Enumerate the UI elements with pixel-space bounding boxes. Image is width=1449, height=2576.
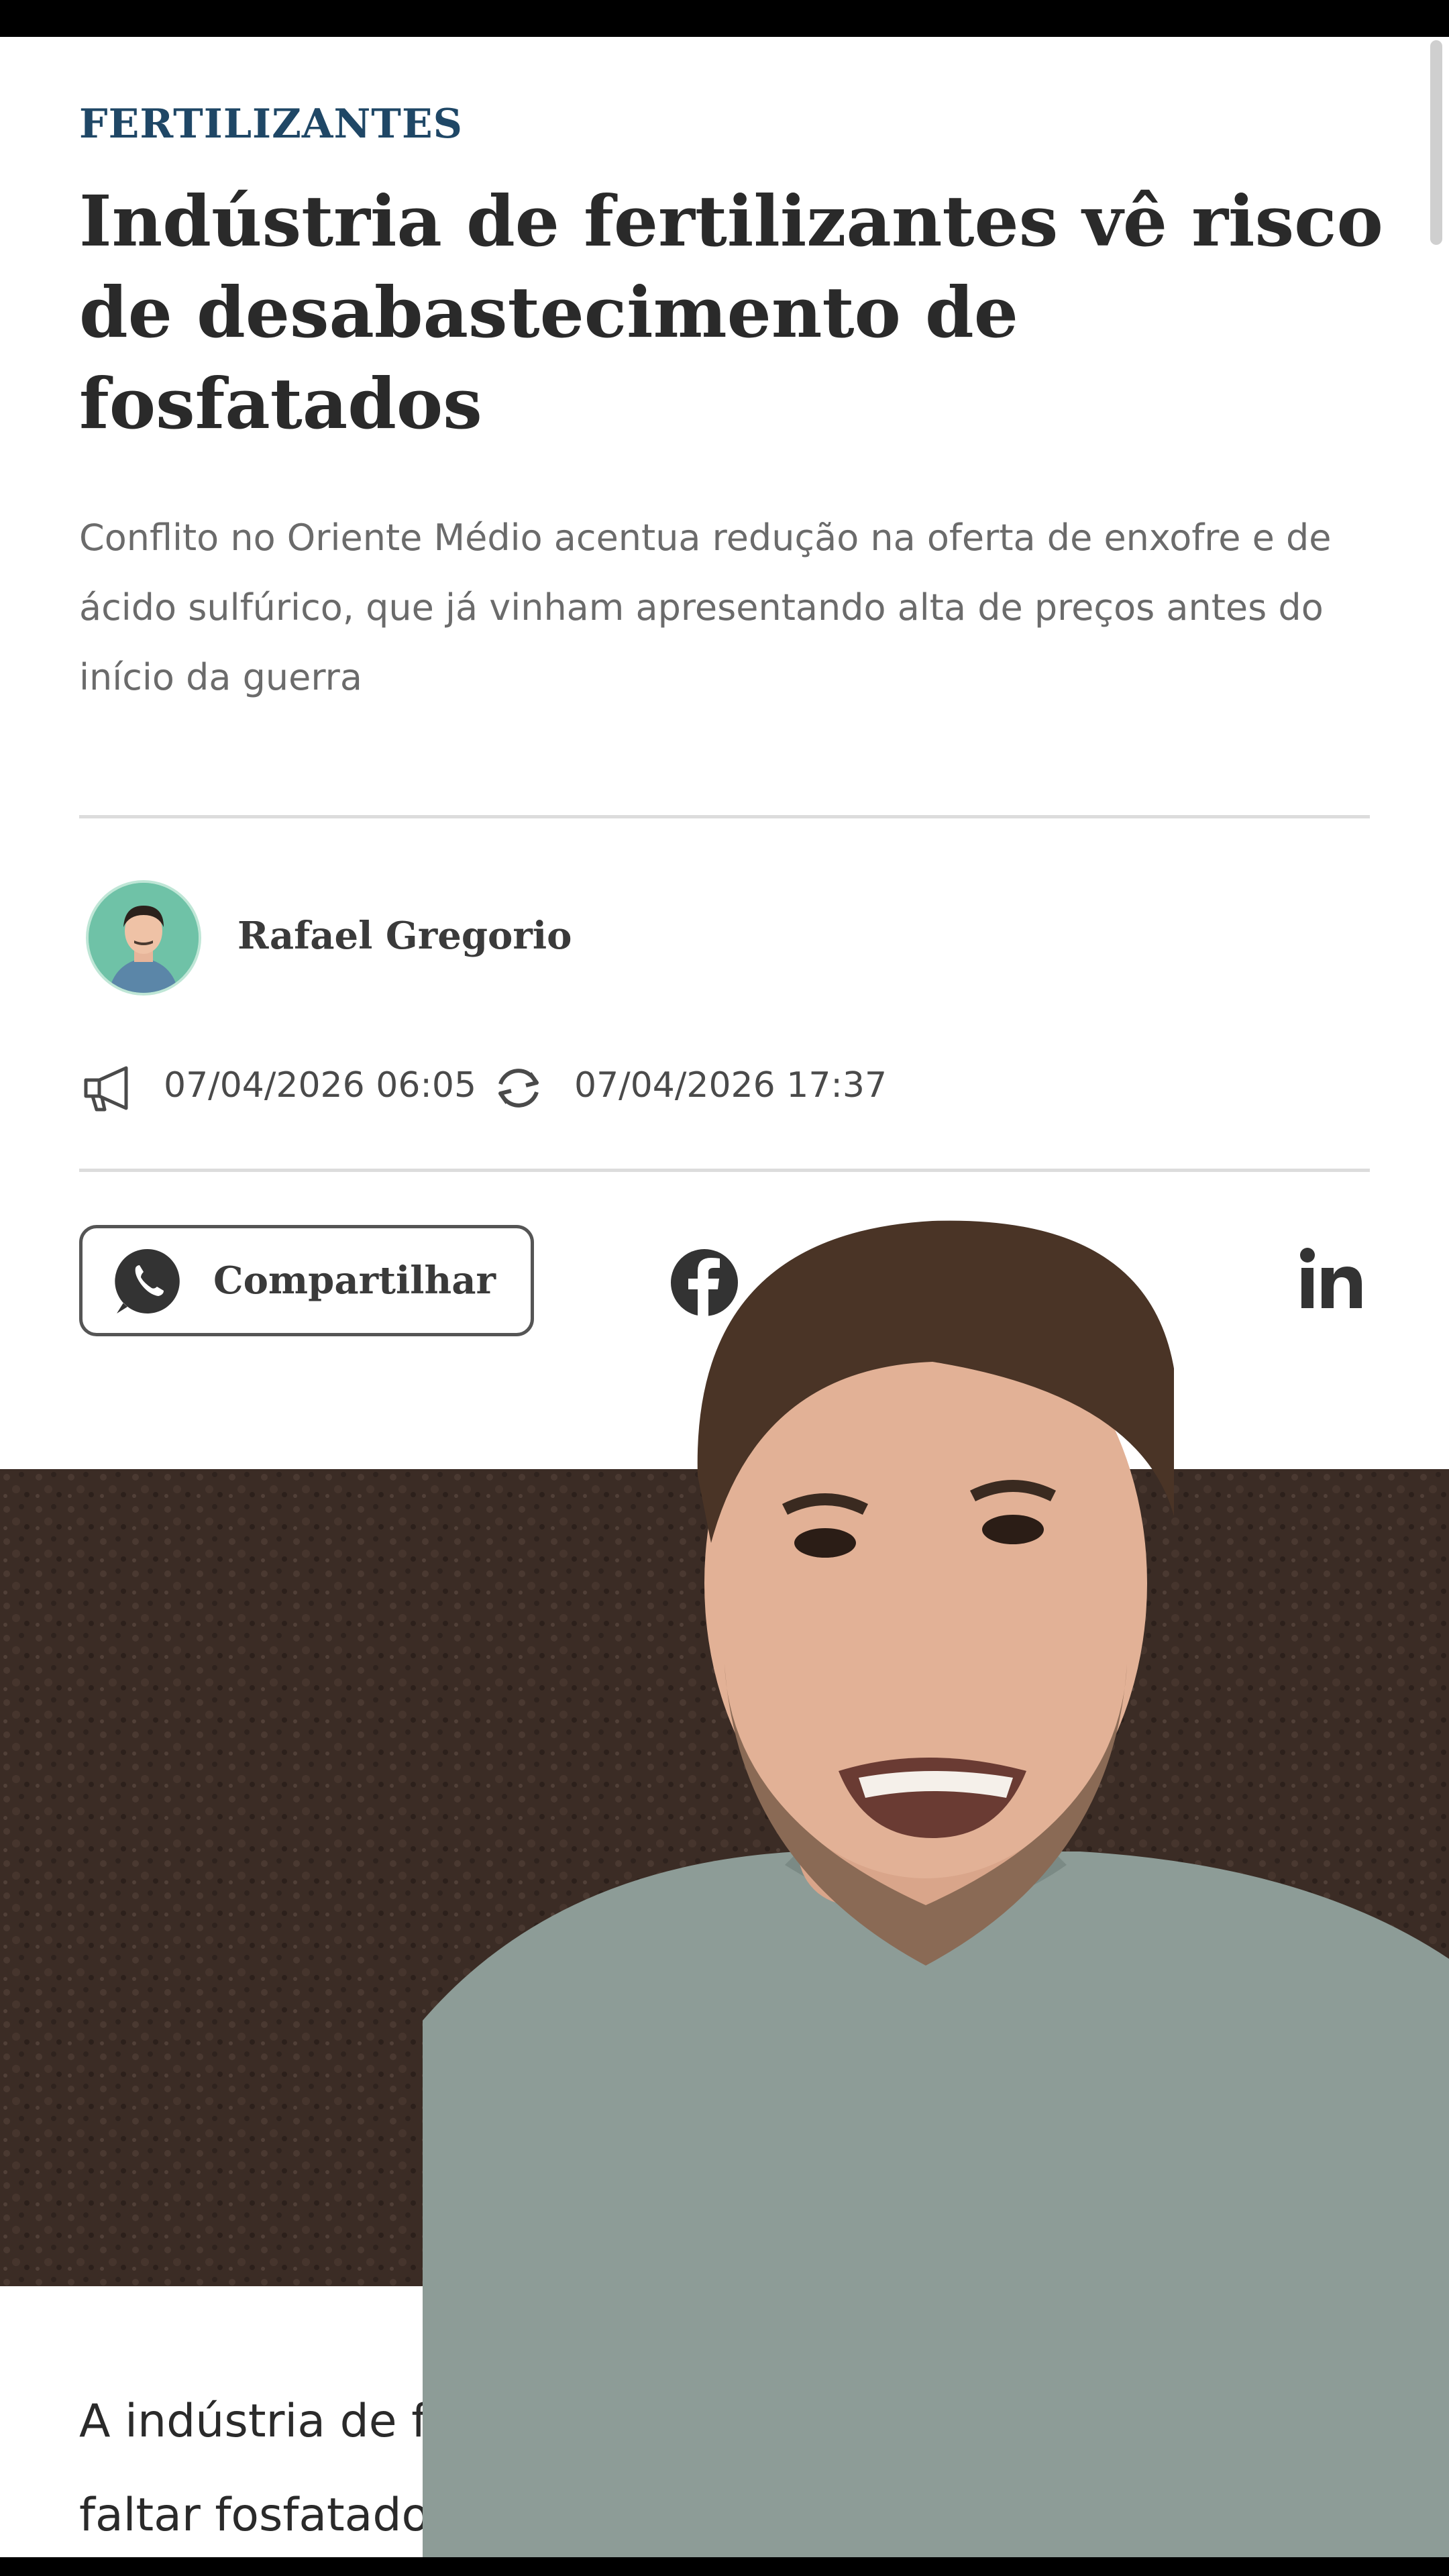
scrollbar-thumb[interactable]: [1430, 40, 1442, 245]
presenter-video-overlay: [423, 1220, 1449, 2557]
megaphone-icon: [84, 1066, 128, 1112]
divider: [79, 815, 1370, 818]
whatsapp-icon: [115, 1248, 180, 1313]
updated-date: 07/04/2026 17:37: [574, 1065, 888, 1106]
article-kicker[interactable]: FERTILIZANTES: [79, 101, 463, 148]
article-subtitle: Conflito no Oriente Médio acentua reduçã…: [79, 517, 1332, 698]
status-bar: [0, 0, 1449, 37]
author-name[interactable]: Rafael Gregorio: [237, 914, 572, 958]
divider: [79, 1169, 1370, 1172]
article-headline: Indústria de fertilizantes vê risco de d…: [79, 180, 1383, 445]
home-indicator-bar: [0, 2557, 1449, 2576]
author-portrait-icon: [89, 883, 199, 993]
refresh-icon: [498, 1069, 539, 1108]
author-avatar[interactable]: [86, 880, 201, 996]
published-date: 07/04/2026 06:05: [164, 1065, 477, 1106]
